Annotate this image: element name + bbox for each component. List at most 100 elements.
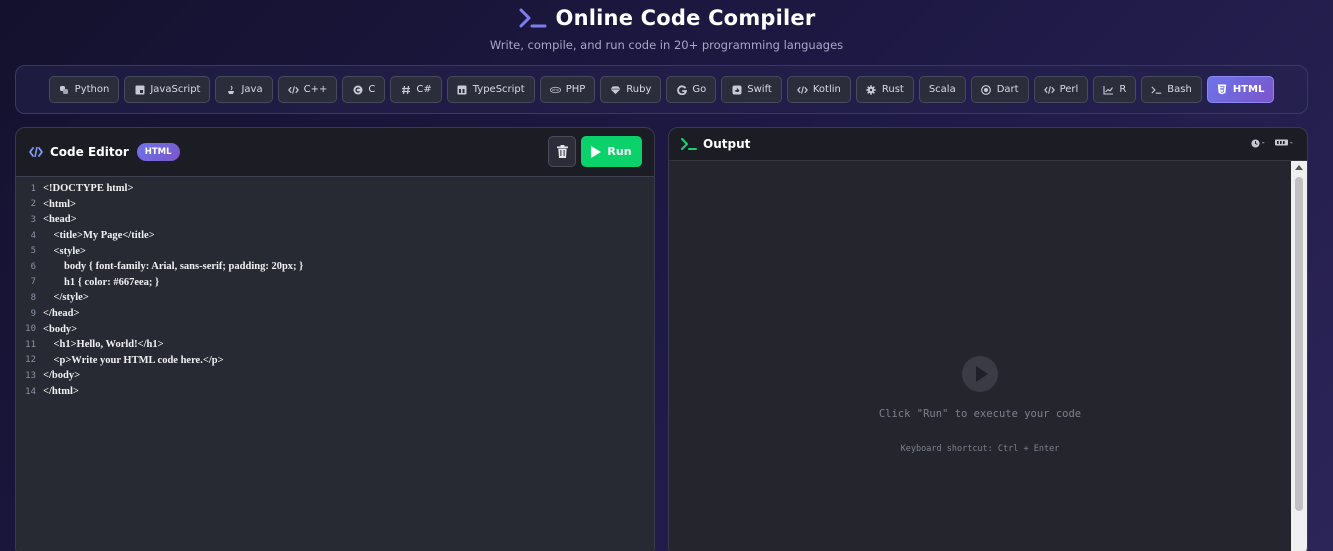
- language-button-python[interactable]: Python: [48, 76, 120, 103]
- javascript-icon: [134, 84, 145, 95]
- code-textarea[interactable]: 1 <!DOCTYPE html> 2 <html> 3 <head> 4 <title>M…: [16, 176, 654, 551]
- language-label: PHP: [565, 84, 586, 95]
- memory-usage-value: -: [1289, 138, 1293, 148]
- language-button-ruby[interactable]: Ruby: [600, 76, 662, 103]
- html5-icon: [1217, 84, 1228, 95]
- terminal-icon: [1151, 84, 1162, 95]
- line-number: 9: [30, 308, 36, 319]
- line-number: 12: [25, 355, 36, 366]
- execution-time: -: [1250, 138, 1265, 148]
- line-number: 10: [25, 324, 36, 335]
- language-button-c[interactable]: C: [342, 76, 386, 103]
- code-icon: [796, 84, 808, 95]
- code-line: 11 <h1>Hello, World!</h1>: [16, 337, 654, 353]
- page-title: Online Code Compiler: [555, 6, 816, 30]
- page-header: Online Code Compiler Write, compile, and…: [0, 4, 1333, 52]
- line-number: 4: [30, 230, 36, 241]
- typescript-icon: [457, 84, 468, 95]
- java-icon: [225, 84, 236, 95]
- language-button-dart[interactable]: Dart: [970, 76, 1029, 103]
- language-label: C++: [303, 84, 328, 95]
- code-line: 9 </head>: [16, 306, 654, 322]
- swift-icon: [731, 84, 742, 95]
- language-label: R: [1119, 84, 1127, 95]
- language-button-perl[interactable]: Perl: [1033, 76, 1089, 103]
- language-label: Kotlin: [812, 84, 841, 95]
- target-icon: [981, 84, 992, 95]
- line-number: 7: [30, 277, 36, 288]
- language-button-csharp[interactable]: C#: [390, 76, 442, 103]
- language-selector: Python JavaScript Java C++ C C# TypeScript php P…: [15, 65, 1308, 114]
- clear-button[interactable]: [548, 136, 576, 167]
- language-label: JavaScript: [150, 84, 201, 95]
- code-text: <h1>Hello, World!</h1>: [43, 339, 164, 351]
- language-label: Go: [692, 84, 707, 95]
- memory-usage: -: [1274, 138, 1293, 148]
- scroll-thumb[interactable]: [1295, 177, 1303, 511]
- language-button-go[interactable]: Go: [666, 76, 717, 103]
- language-button-java[interactable]: Java: [215, 76, 273, 103]
- code-line: 10 <body>: [16, 321, 654, 337]
- language-button-cpp[interactable]: C++: [277, 76, 338, 103]
- code-text: <head>: [43, 214, 77, 226]
- output-area: Click "Run" to execute your code Keyboar…: [669, 160, 1307, 551]
- code-text: body { font-family: Arial, sans-serif; p…: [43, 261, 304, 273]
- terminal-icon: [681, 138, 697, 150]
- language-label: HTML: [1232, 84, 1265, 95]
- language-label: Python: [74, 84, 110, 95]
- line-number: 1: [30, 183, 36, 194]
- run-button[interactable]: Run: [581, 136, 642, 167]
- code-text: </style>: [43, 292, 89, 304]
- language-button-html[interactable]: HTML: [1206, 76, 1275, 103]
- language-button-rust[interactable]: Rust: [855, 76, 914, 103]
- output-scrollbar[interactable]: [1291, 161, 1307, 551]
- output-panel: Output - - Click "Run" to execute your c…: [668, 127, 1308, 551]
- language-label: Scala: [928, 84, 956, 95]
- language-badge: HTML: [136, 143, 180, 161]
- language-button-r[interactable]: R: [1093, 76, 1137, 103]
- language-label: C: [368, 84, 376, 95]
- execution-time-value: -: [1261, 138, 1265, 148]
- language-label: Bash: [1167, 84, 1192, 95]
- code-line: 4 <title>My Page</title>: [16, 228, 654, 244]
- language-button-typescript[interactable]: TypeScript: [446, 76, 535, 103]
- line-number: 2: [30, 199, 36, 210]
- code-line: 5 <style>: [16, 243, 654, 259]
- language-button-kotlin[interactable]: Kotlin: [786, 76, 851, 103]
- language-button-swift[interactable]: Swift: [721, 76, 782, 103]
- code-line: 2 <html>: [16, 197, 654, 213]
- language-button-javascript[interactable]: JavaScript: [124, 76, 211, 103]
- clock-icon: [1250, 138, 1260, 148]
- code-line: 3 <head>: [16, 212, 654, 228]
- code-text: <style>: [43, 245, 86, 257]
- line-number: 6: [30, 261, 36, 272]
- code-line: 8 </style>: [16, 290, 654, 306]
- scroll-up-arrow[interactable]: [1295, 165, 1303, 170]
- line-number: 14: [25, 386, 36, 397]
- output-stats: - -: [1250, 138, 1293, 148]
- language-label: Perl: [1059, 84, 1079, 95]
- svg-text:php: php: [552, 88, 559, 92]
- language-button-bash[interactable]: Bash: [1141, 76, 1202, 103]
- editor-header: Code Editor HTML Run: [16, 128, 654, 176]
- language-label: Swift: [747, 84, 772, 95]
- run-label: Run: [607, 145, 632, 158]
- language-button-php[interactable]: php PHP: [539, 76, 596, 103]
- language-button-scala[interactable]: Scala: [918, 76, 966, 103]
- page-subtitle: Write, compile, and run code in 20+ prog…: [489, 38, 844, 52]
- code-text: </body>: [43, 370, 81, 382]
- memory-icon: [1274, 139, 1288, 146]
- code-text: <title>My Page</title>: [43, 230, 155, 242]
- language-label: Ruby: [626, 84, 652, 95]
- code-icon: [287, 84, 299, 95]
- empty-output-message: Click "Run" to execute your code: [878, 408, 1082, 420]
- keyboard-shortcut-hint: Keyboard shortcut: Ctrl + Enter: [900, 444, 1060, 454]
- code-line: 1 <!DOCTYPE html>: [16, 181, 654, 197]
- chart-icon: [1103, 84, 1114, 95]
- line-number: 5: [30, 246, 36, 257]
- code-text: <body>: [43, 323, 78, 335]
- code-text: </head>: [43, 308, 80, 320]
- code-text: <p>Write your HTML code here.</p>: [43, 354, 224, 366]
- language-label: Dart: [996, 84, 1019, 95]
- code-text: </html>: [43, 386, 79, 398]
